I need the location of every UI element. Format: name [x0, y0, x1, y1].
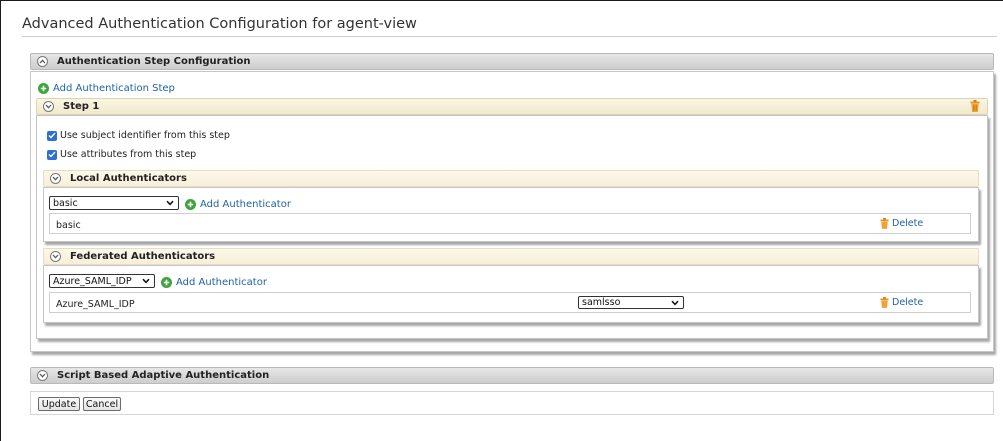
authenticator-name: Azure_SAML_IDP: [56, 299, 135, 310]
add-authenticator-label: Add Authenticator: [200, 199, 291, 210]
checkbox-use-attributes[interactable]: Use attributes from this step: [47, 149, 196, 160]
delete-label: Delete: [892, 218, 924, 229]
authenticator-name: basic: [56, 220, 81, 231]
update-button[interactable]: Update: [38, 397, 80, 411]
step-title: Step 1: [63, 101, 100, 112]
federated-authenticators-header[interactable]: Federated Authenticators: [43, 248, 979, 265]
chevron-down-icon: [166, 200, 174, 206]
auth-step-config-header[interactable]: Authentication Step Configuration: [30, 53, 994, 70]
title-divider: [22, 36, 997, 37]
plus-circle-icon: [38, 83, 49, 94]
select-value: samlsso: [582, 297, 621, 308]
delete-label: Delete: [892, 297, 924, 308]
add-step-label: Add Authentication Step: [53, 83, 175, 94]
checkbox-icon[interactable]: [47, 130, 57, 141]
delete-local-authenticator-button[interactable]: Delete: [880, 218, 923, 229]
select-value: Azure_SAML_IDP: [53, 275, 132, 287]
section-title: Authentication Step Configuration: [57, 56, 251, 67]
add-federated-authenticator-link[interactable]: Add Authenticator: [161, 277, 267, 288]
trash-icon: [880, 297, 889, 308]
federated-authenticators-title: Federated Authenticators: [70, 251, 216, 262]
collapse-toggle-icon[interactable]: [37, 56, 48, 67]
expand-toggle-icon[interactable]: [50, 173, 61, 184]
federated-authenticator-row: Azure_SAML_IDP samlsso Delete: [49, 292, 971, 313]
select-value: basic: [53, 197, 78, 209]
checkbox-icon[interactable]: [47, 149, 57, 160]
plus-circle-icon: [185, 199, 196, 210]
add-local-authenticator-link[interactable]: Add Authenticator: [185, 199, 291, 210]
federated-option-select[interactable]: samlsso: [578, 296, 684, 309]
local-authenticators-title: Local Authenticators: [70, 173, 187, 184]
checkbox-subject-identifier[interactable]: Use subject identifier from this step: [47, 130, 230, 141]
expand-toggle-icon[interactable]: [50, 251, 61, 262]
checkbox-label: Use attributes from this step: [60, 149, 197, 160]
chevron-down-icon: [142, 278, 150, 284]
script-based-adaptive-auth-header[interactable]: Script Based Adaptive Authentication: [30, 367, 994, 384]
delete-federated-authenticator-button[interactable]: Delete: [880, 297, 923, 308]
expand-toggle-icon[interactable]: [43, 101, 54, 112]
expand-toggle-icon[interactable]: [37, 370, 48, 381]
chevron-down-icon: [671, 300, 679, 306]
local-authenticators-header[interactable]: Local Authenticators: [43, 170, 979, 187]
section-title: Script Based Adaptive Authentication: [57, 370, 270, 381]
button-bar: [30, 391, 994, 415]
local-authenticator-select[interactable]: basic: [49, 196, 179, 210]
add-authenticator-label: Add Authenticator: [176, 277, 267, 288]
checkbox-label: Use subject identifier from this step: [60, 130, 230, 141]
local-authenticator-row: basic Delete: [49, 213, 971, 234]
federated-authenticator-select[interactable]: Azure_SAML_IDP: [49, 274, 155, 288]
cancel-button[interactable]: Cancel: [83, 397, 121, 411]
step-1-header[interactable]: Step 1: [36, 98, 988, 115]
page-title: Advanced Authentication Configuration fo…: [22, 16, 417, 32]
add-authentication-step-link[interactable]: Add Authentication Step: [38, 83, 175, 94]
delete-step-trash-icon[interactable]: [970, 100, 980, 115]
plus-circle-icon: [161, 277, 172, 288]
trash-icon: [880, 218, 889, 229]
